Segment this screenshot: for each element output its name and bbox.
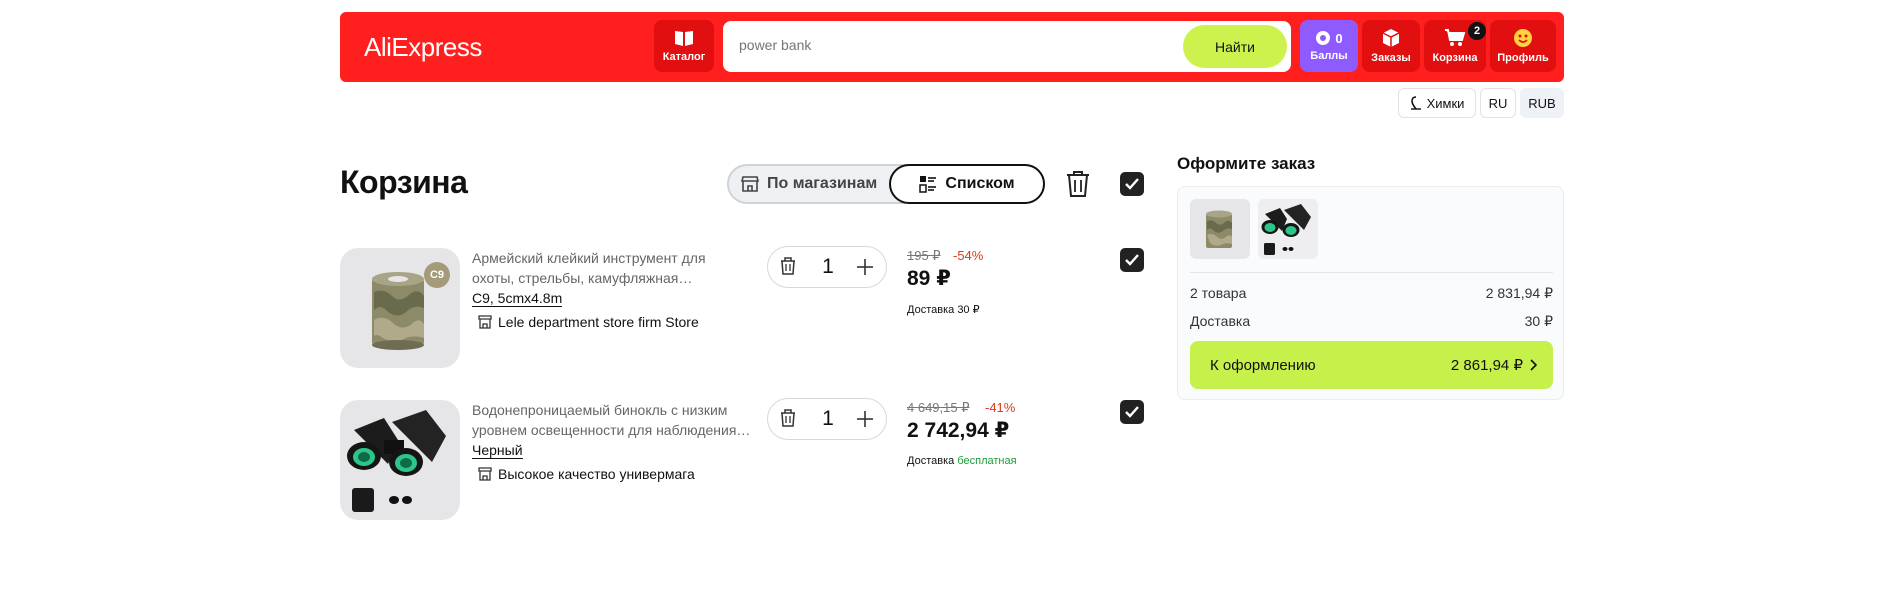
search-box: Найти: [723, 21, 1291, 72]
item-1-title-line-1: Армейский клейкий инструмент для: [472, 250, 706, 266]
item-2-remove-trash-icon[interactable]: [780, 409, 796, 427]
store-icon: [478, 467, 492, 481]
item-2-title-line-2: уровнем освещенности для наблюдения…: [472, 422, 751, 438]
binoculars-image: [1261, 204, 1311, 255]
top-header: AliExpress Каталог Найти 0 Баллы Заказы: [340, 12, 1564, 82]
select-all-checkbox[interactable]: [1120, 172, 1144, 196]
item-2-store-name: Высокое качество универмага: [498, 466, 695, 482]
item-2-increase-plus-icon[interactable]: [854, 408, 876, 430]
item-2-delivery: Доставка бесплатная: [907, 455, 1017, 467]
item-1-delivery-label: Доставка: [907, 304, 955, 316]
checkmark-icon: [1125, 406, 1139, 418]
checkmark-icon: [1125, 178, 1139, 190]
summary-thumbnail-2[interactable]: [1258, 199, 1318, 259]
item-1-store-name: Lele department store firm Store: [498, 314, 699, 330]
language-selector[interactable]: RU: [1480, 88, 1516, 118]
order-summary-panel: 2 товара 2 831,94 ₽ Доставка 30 ₽ К офор…: [1177, 186, 1564, 400]
currency-selector[interactable]: RUB: [1520, 88, 1564, 118]
catalog-button[interactable]: Каталог: [654, 20, 714, 72]
item-1-store[interactable]: Lele department store firm Store: [478, 314, 699, 330]
item-2-variant[interactable]: Черный: [472, 442, 523, 459]
item-2-price: 2 742,94 ₽: [907, 419, 1010, 442]
box-icon: [1382, 29, 1400, 47]
orders-label: Заказы: [1371, 52, 1411, 64]
aliexpress-logo[interactable]: AliExpress: [364, 32, 482, 63]
item-2-old-price: 4 649,15 ₽: [907, 400, 970, 415]
points-label: Баллы: [1310, 50, 1348, 62]
points-button[interactable]: 0 Баллы: [1300, 20, 1358, 72]
points-count: 0: [1335, 30, 1343, 46]
profile-label: Профиль: [1497, 52, 1549, 64]
profile-button[interactable]: Профиль: [1490, 20, 1556, 72]
page-title: Корзина: [340, 164, 468, 200]
view-by-stores-label: По магазинам: [767, 175, 878, 192]
item-1-remove-trash-icon[interactable]: [780, 257, 796, 275]
item-2-delivery-value: бесплатная: [957, 455, 1017, 467]
item-2-title-line-1: Водонепроницаемый бинокль с низким: [472, 402, 728, 418]
search-button[interactable]: Найти: [1183, 25, 1287, 68]
item-1-price: 89 ₽: [907, 267, 951, 290]
cart-button[interactable]: Корзина 2: [1424, 20, 1486, 72]
list-icon: [919, 176, 937, 193]
checkout-label: К оформлению: [1210, 356, 1316, 374]
summary-delivery-value: 30 ₽: [1524, 313, 1553, 329]
cart-count-badge: 2: [1468, 22, 1486, 40]
view-by-stores-option[interactable]: По магазинам: [741, 166, 877, 202]
item-2-checkbox[interactable]: [1120, 400, 1144, 424]
chevron-right-icon: [1530, 359, 1537, 371]
item-1-title-line-2: охоты, стрельбы, камуфляжная…: [472, 270, 693, 286]
delete-selected-trash-icon[interactable]: [1066, 170, 1090, 198]
item-2-title[interactable]: Водонепроницаемый бинокль с низким уровн…: [472, 400, 762, 440]
item-1-quantity-stepper: 1: [767, 246, 887, 288]
summary-delivery-label: Доставка: [1190, 313, 1251, 329]
coin-icon: [1316, 31, 1331, 45]
summary-thumbnail-1[interactable]: [1190, 199, 1250, 259]
summary-goods-label: 2 товара: [1190, 285, 1247, 301]
item-1-old-price: 195 ₽: [907, 248, 941, 263]
item-1-variant[interactable]: C9, 5cmx4.8m: [472, 290, 563, 307]
item-2-quantity-value[interactable]: 1: [818, 407, 838, 431]
cart-label: Корзина: [1432, 52, 1478, 64]
summary-divider: [1190, 272, 1553, 273]
item-2-store[interactable]: Высокое качество универмага: [478, 466, 695, 482]
item-1-title[interactable]: Армейский клейкий инструмент для охоты, …: [472, 248, 762, 288]
view-list-option[interactable]: Списком: [889, 164, 1045, 204]
item-1-discount: -54%: [953, 248, 984, 263]
summary-goods-row: 2 товара 2 831,94 ₽: [1190, 285, 1553, 302]
checkmark-icon: [1125, 254, 1139, 266]
item-1-variant-badge: C9: [424, 262, 450, 288]
item-1-delivery-value: 30 ₽: [957, 304, 980, 316]
item-1-increase-plus-icon[interactable]: [854, 256, 876, 278]
search-input[interactable]: [739, 37, 1139, 53]
item-2-delivery-label: Доставка: [907, 455, 955, 467]
item-1-delivery: Доставка 30 ₽: [907, 303, 980, 316]
item-2-discount: -41%: [985, 400, 1016, 415]
store-icon: [478, 315, 492, 329]
binoculars-image: [347, 410, 446, 512]
store-icon: [741, 176, 759, 192]
location-pin-icon: [1410, 96, 1421, 110]
order-summary-title: Оформите заказ: [1177, 154, 1316, 173]
view-list-label: Списком: [945, 175, 1015, 192]
catalog-label: Каталог: [662, 51, 706, 63]
orders-button[interactable]: Заказы: [1362, 20, 1420, 72]
cart-icon: [1445, 29, 1466, 46]
item-1-quantity-value[interactable]: 1: [818, 255, 838, 279]
city-selector[interactable]: Химки: [1398, 88, 1476, 118]
book-icon: [675, 31, 693, 46]
summary-goods-value: 2 831,94 ₽: [1485, 285, 1553, 301]
item-1-checkbox[interactable]: [1120, 248, 1144, 272]
view-toggle: По магазинам Списком: [727, 164, 1045, 204]
summary-delivery-row: Доставка 30 ₽: [1190, 313, 1553, 330]
checkout-button[interactable]: К оформлению 2 861,94 ₽: [1190, 341, 1553, 389]
checkout-total: 2 861,94 ₽: [1450, 357, 1523, 374]
smiley-icon: [1514, 29, 1532, 47]
item-2-quantity-stepper: 1: [767, 398, 887, 440]
city-label: Химки: [1426, 95, 1465, 111]
camo-tape-image: [1206, 210, 1232, 248]
item-2-thumbnail[interactable]: [340, 400, 460, 520]
